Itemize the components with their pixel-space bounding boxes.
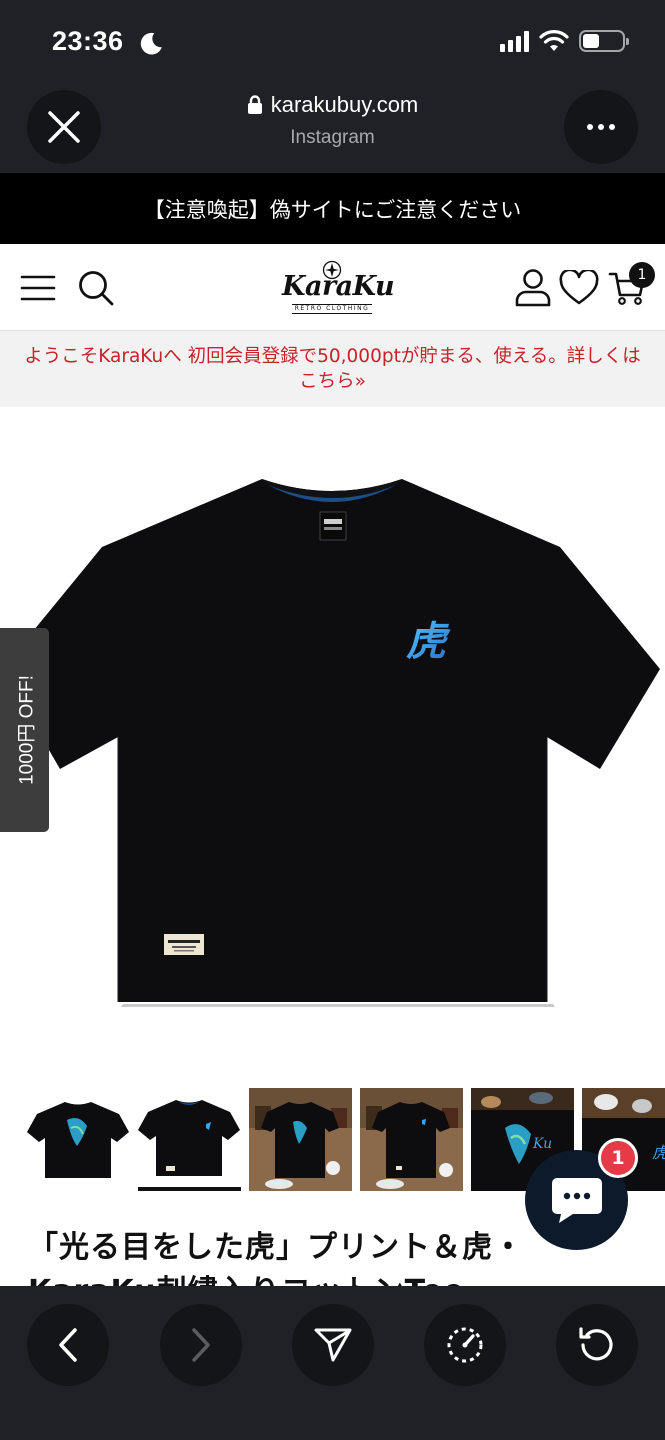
reload-button[interactable] — [556, 1304, 638, 1386]
discount-side-tab[interactable]: 1000円 OFF! — [0, 628, 49, 832]
forward-button[interactable] — [160, 1304, 242, 1386]
thumbnail[interactable] — [138, 1088, 241, 1191]
tshirt-illustration: 虎 — [2, 479, 660, 1007]
cellular-signal-icon — [500, 30, 529, 52]
browser-bottom-toolbar — [0, 1286, 665, 1440]
logo-subtext: RETRO CLOTHING — [292, 304, 372, 314]
svg-text:虎: 虎 — [652, 1143, 665, 1162]
more-options-button[interactable] — [564, 90, 638, 164]
more-dots-icon — [587, 124, 615, 130]
send-paper-plane-icon — [314, 1328, 352, 1362]
thumbnail[interactable] — [360, 1088, 463, 1191]
promo-banner[interactable]: ようこそKaraKuへ 初回会員登録で50,000ptが貯まる、使える。詳しくは… — [0, 331, 665, 407]
share-button[interactable] — [292, 1304, 374, 1386]
menu-button[interactable] — [18, 268, 58, 308]
user-icon — [515, 269, 551, 307]
status-indicators — [500, 30, 629, 52]
wishlist-button[interactable] — [559, 268, 599, 308]
discount-side-tab-label: 1000円 OFF! — [16, 675, 37, 785]
chevron-left-icon — [59, 1328, 77, 1362]
promo-text: ようこそKaraKuへ 初回会員登録で50,000ptが貯まる、使える。詳しくは… — [24, 346, 641, 392]
tiger-kanji-embroidery: 虎 — [406, 618, 451, 665]
battery-icon — [579, 30, 629, 52]
back-button[interactable] — [27, 1304, 109, 1386]
cart-count-badge: 1 — [629, 262, 655, 288]
do-not-disturb-moon-icon — [140, 32, 162, 55]
search-button[interactable] — [76, 268, 116, 308]
search-icon — [79, 271, 114, 306]
thumbnail[interactable] — [27, 1088, 130, 1191]
thumbnail[interactable] — [249, 1088, 352, 1191]
chat-bubble-icon — [551, 1178, 602, 1223]
account-button[interactable] — [513, 268, 553, 308]
page-speed-button[interactable] — [424, 1304, 506, 1386]
browser-top-bar: 23:36 karakubuy.com Instagram — [0, 0, 665, 173]
svg-text:Ku: Ku — [532, 1136, 552, 1152]
site-header: KaraKu RETRO CLOTHING — [0, 244, 665, 331]
reload-icon — [579, 1327, 613, 1361]
announcement-text: 【注意喚起】偽サイトにご注意ください — [143, 197, 522, 222]
announcement-bar[interactable]: 【注意喚起】偽サイトにご注意ください — [0, 173, 665, 244]
logo-emblem-icon — [322, 260, 342, 280]
product-main-image[interactable]: 虎 — [0, 407, 665, 1077]
chevron-right-icon — [192, 1328, 210, 1362]
hem-patch — [164, 934, 204, 955]
wifi-icon — [539, 30, 569, 51]
site-logo[interactable]: KaraKu RETRO CLOTHING — [282, 258, 395, 320]
hamburger-menu-icon — [20, 275, 56, 301]
url-domain: karakubuy.com — [270, 92, 419, 117]
chat-unread-badge: 1 — [598, 1138, 638, 1178]
neck-label — [319, 511, 347, 541]
speed-gauge-icon — [447, 1327, 483, 1363]
lock-icon — [247, 95, 262, 114]
heart-icon — [559, 270, 599, 305]
status-time: 23:36 — [52, 26, 124, 56]
